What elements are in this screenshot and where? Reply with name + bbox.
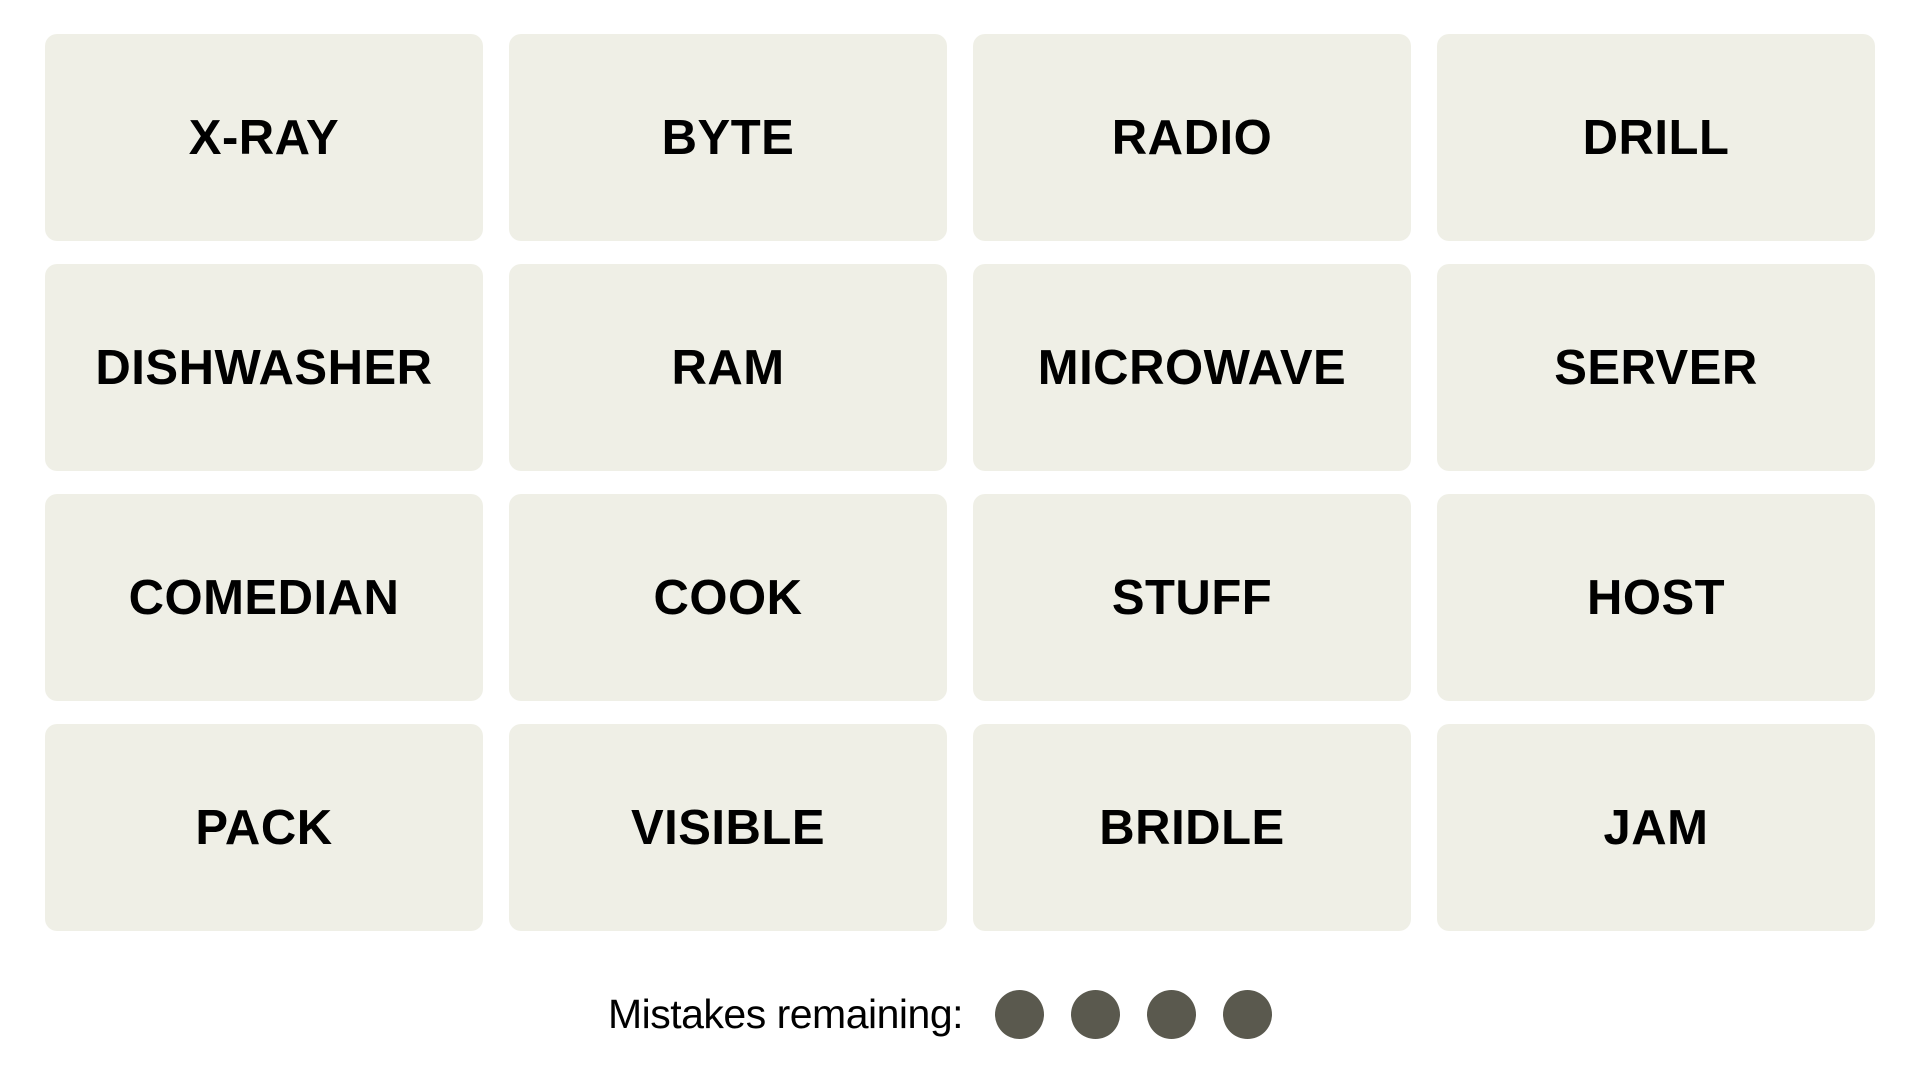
word-tile[interactable]: MICROWAVE [973,264,1411,471]
word-tile-label: JAM [1603,800,1709,855]
word-tile-label: PACK [195,800,333,855]
word-tile[interactable]: DRILL [1437,34,1875,241]
word-grid: X-RAY BYTE RADIO DRILL DISHWASHER RAM MI… [45,34,1875,931]
word-tile[interactable]: STUFF [973,494,1411,701]
word-tile-label: DRILL [1582,110,1730,165]
word-tile-label: SERVER [1554,340,1758,395]
word-tile[interactable]: VISIBLE [509,724,947,931]
word-tile-label: HOST [1586,570,1726,625]
word-tile[interactable]: SERVER [1437,264,1875,471]
word-tile[interactable]: COOK [509,494,947,701]
word-tile-label: COOK [653,570,803,625]
mistake-dots [995,989,1273,1039]
mistakes-remaining: Mistakes remaining: [0,984,1900,1044]
word-tile[interactable]: BYTE [509,34,947,241]
word-tile-label: MICROWAVE [1037,340,1347,395]
word-tile-label: BRIDLE [1099,800,1285,855]
word-tile[interactable]: X-RAY [45,34,483,241]
word-tile[interactable]: COMEDIAN [45,494,483,701]
word-tile[interactable]: RAM [509,264,947,471]
word-tile[interactable]: JAM [1437,724,1875,931]
word-tile-label: RAM [671,340,785,395]
word-tile[interactable]: HOST [1437,494,1875,701]
mistake-dot-icon [995,989,1045,1039]
word-tile[interactable]: DISHWASHER [45,264,483,471]
word-tile-label: VISIBLE [630,800,826,855]
mistake-dot-icon [1147,989,1197,1039]
mistake-dot-icon [1071,989,1121,1039]
word-tile-label: DISHWASHER [95,340,433,395]
word-tile-label: BYTE [661,110,795,165]
word-tile[interactable]: BRIDLE [973,724,1411,931]
word-tile[interactable]: RADIO [973,34,1411,241]
word-tile-label: RADIO [1111,110,1273,165]
mistakes-label: Mistakes remaining: [607,990,964,1037]
mistake-dot-icon [1223,989,1273,1039]
word-tile-label: COMEDIAN [128,570,400,625]
word-tile-label: STUFF [1111,570,1273,625]
word-tile-label: X-RAY [188,110,340,165]
word-tile[interactable]: PACK [45,724,483,931]
